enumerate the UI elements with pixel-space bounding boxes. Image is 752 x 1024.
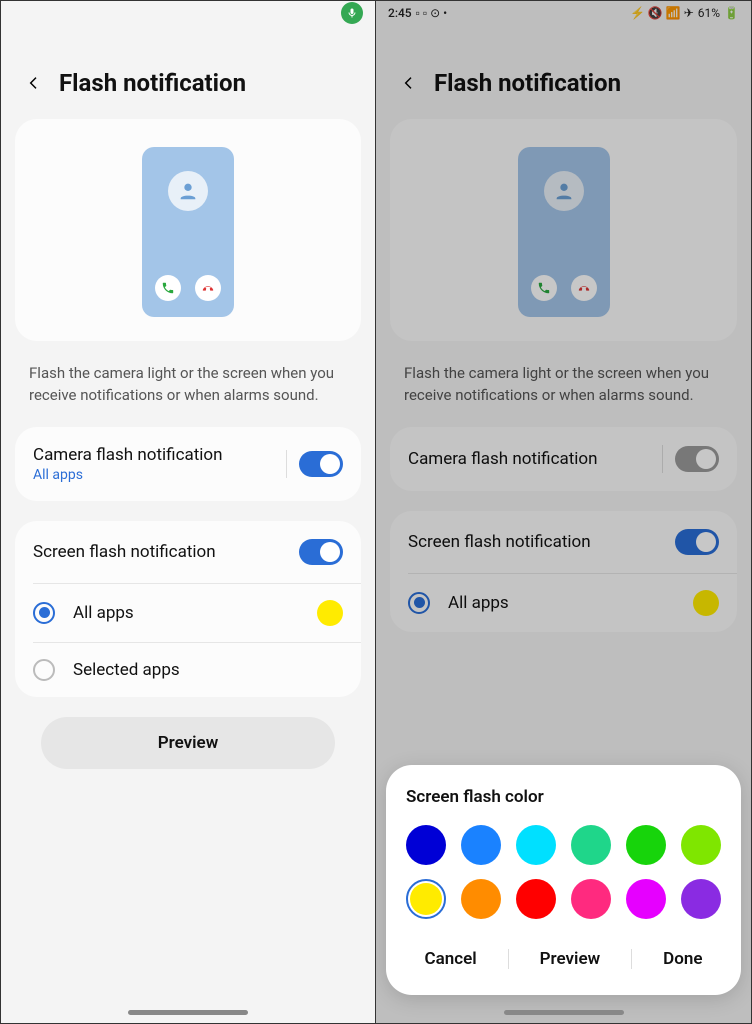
screen-flash-card: Screen flash notification All apps Selec… bbox=[15, 521, 361, 697]
accept-call-icon bbox=[531, 275, 557, 301]
screen-flash-toggle[interactable] bbox=[675, 529, 719, 555]
header: Flash notification bbox=[1, 25, 375, 119]
camera-flash-card: Camera flash notification All apps bbox=[15, 427, 361, 501]
color-swatch-lime[interactable] bbox=[681, 825, 721, 865]
radio-icon bbox=[33, 602, 55, 624]
screen-flash-label: Screen flash notification bbox=[33, 542, 216, 562]
screen-flash-label: Screen flash notification bbox=[408, 532, 591, 552]
camera-flash-sublabel: All apps bbox=[33, 467, 223, 483]
color-swatch-purple[interactable] bbox=[681, 879, 721, 919]
sheet-title: Screen flash color bbox=[406, 787, 721, 807]
camera-flash-toggle[interactable] bbox=[675, 446, 719, 472]
screenshot-right: 2:45 ▫ ▫ ⊙ • ⚡ 🔇 📶 ✈ 61% 🔋 Flash notific… bbox=[376, 1, 751, 1023]
color-swatch-blue[interactable] bbox=[461, 825, 501, 865]
back-icon[interactable] bbox=[398, 72, 420, 94]
status-icons-right: ⚡ 🔇 📶 ✈ bbox=[630, 6, 694, 20]
preview-button[interactable]: Preview bbox=[534, 941, 607, 977]
divider-vertical bbox=[662, 445, 663, 473]
radio-selected-apps-label: Selected apps bbox=[73, 660, 343, 680]
status-time: 2:45 bbox=[388, 6, 412, 20]
decline-call-icon bbox=[571, 275, 597, 301]
radio-selected-apps[interactable]: Selected apps bbox=[15, 643, 361, 697]
description-text: Flash the camera light or the screen whe… bbox=[376, 341, 751, 427]
camera-flash-label: Camera flash notification bbox=[408, 449, 598, 469]
status-bar: 2:45 ▫ ▫ ⊙ • ⚡ 🔇 📶 ✈ 61% 🔋 bbox=[376, 1, 751, 25]
phone-illustration bbox=[142, 147, 234, 317]
screen-flash-row[interactable]: Screen flash notification bbox=[15, 521, 361, 583]
camera-flash-label: Camera flash notification bbox=[33, 445, 223, 465]
page-title: Flash notification bbox=[59, 69, 246, 97]
hero-illustration bbox=[15, 119, 361, 341]
color-swatch-pink[interactable] bbox=[571, 879, 611, 919]
screenshot-left: Flash notification Flash the camera ligh… bbox=[1, 1, 376, 1023]
color-grid bbox=[406, 825, 721, 919]
color-indicator[interactable] bbox=[317, 600, 343, 626]
avatar-icon bbox=[544, 171, 584, 211]
hero-illustration bbox=[390, 119, 737, 341]
radio-all-apps[interactable]: All apps bbox=[15, 584, 361, 642]
color-swatch-teal[interactable] bbox=[571, 825, 611, 865]
preview-button[interactable]: Preview bbox=[41, 717, 335, 769]
status-bar bbox=[1, 1, 375, 25]
divider-vertical bbox=[286, 450, 287, 478]
nav-handle[interactable] bbox=[128, 1010, 248, 1015]
screen-flash-row[interactable]: Screen flash notification bbox=[390, 511, 737, 573]
status-icons-left: ▫ ▫ ⊙ • bbox=[416, 6, 448, 20]
color-picker-sheet: Screen flash color Cancel Preview bbox=[386, 765, 741, 995]
camera-flash-card: Camera flash notification bbox=[390, 427, 737, 491]
status-battery: 61% bbox=[698, 6, 720, 20]
color-swatch-magenta[interactable] bbox=[626, 879, 666, 919]
color-swatch-cyan[interactable] bbox=[516, 825, 556, 865]
page-title: Flash notification bbox=[434, 69, 621, 97]
color-swatch-red[interactable] bbox=[516, 879, 556, 919]
camera-flash-row[interactable]: Camera flash notification All apps bbox=[15, 427, 361, 501]
cancel-button[interactable]: Cancel bbox=[418, 941, 482, 977]
accept-call-icon bbox=[155, 275, 181, 301]
radio-icon bbox=[33, 659, 55, 681]
mic-active-icon bbox=[341, 2, 363, 24]
header: Flash notification bbox=[376, 25, 751, 119]
color-swatch-orange[interactable] bbox=[461, 879, 501, 919]
screen-flash-toggle[interactable] bbox=[299, 539, 343, 565]
screen-flash-card: Screen flash notification All apps bbox=[390, 511, 737, 632]
phone-illustration bbox=[518, 147, 610, 317]
color-swatch-green[interactable] bbox=[626, 825, 666, 865]
radio-icon bbox=[408, 592, 430, 614]
color-swatch-darkblue[interactable] bbox=[406, 825, 446, 865]
nav-handle[interactable] bbox=[504, 1010, 624, 1015]
radio-all-apps-label: All apps bbox=[448, 593, 675, 613]
radio-all-apps-label: All apps bbox=[73, 603, 299, 623]
radio-all-apps[interactable]: All apps bbox=[390, 574, 737, 632]
decline-call-icon bbox=[195, 275, 221, 301]
avatar-icon bbox=[168, 171, 208, 211]
battery-icon: 🔋 bbox=[724, 6, 739, 20]
color-swatch-yellow[interactable] bbox=[406, 879, 446, 919]
description-text: Flash the camera light or the screen whe… bbox=[1, 341, 375, 427]
camera-flash-toggle[interactable] bbox=[299, 451, 343, 477]
color-indicator[interactable] bbox=[693, 590, 719, 616]
done-button[interactable]: Done bbox=[657, 941, 708, 977]
camera-flash-row[interactable]: Camera flash notification bbox=[390, 427, 737, 491]
back-icon[interactable] bbox=[23, 72, 45, 94]
